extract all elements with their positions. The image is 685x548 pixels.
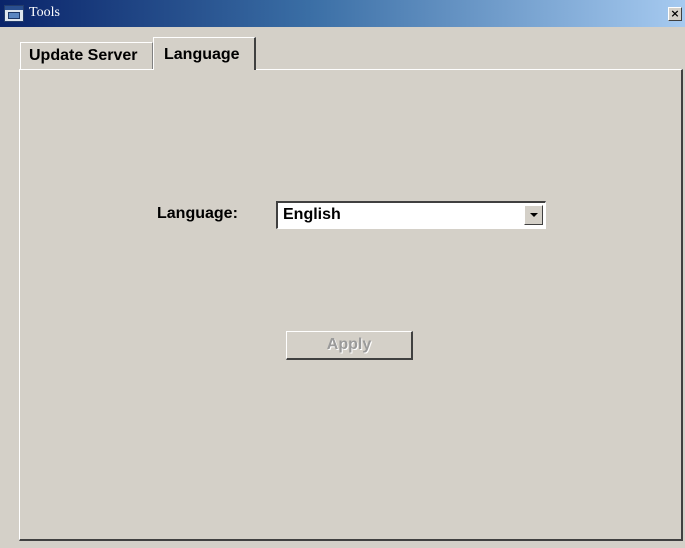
tab-update-server[interactable]: Update Server bbox=[20, 42, 153, 70]
tools-window: Tools × Update Server Language Language:… bbox=[0, 0, 685, 548]
chevron-down-icon bbox=[530, 213, 538, 217]
apply-button[interactable]: Apply bbox=[286, 331, 413, 360]
dropdown-button[interactable] bbox=[524, 205, 543, 225]
close-icon[interactable]: × bbox=[670, 7, 679, 20]
close-button[interactable]: × bbox=[668, 7, 682, 21]
language-select-value[interactable]: English bbox=[283, 206, 341, 224]
tools-app-icon[interactable] bbox=[4, 5, 24, 22]
tab-language[interactable]: Language bbox=[153, 37, 256, 70]
window-title: Tools bbox=[29, 5, 60, 20]
language-label: Language: bbox=[157, 205, 238, 222]
app-icon-band bbox=[5, 6, 23, 10]
language-tab-panel bbox=[19, 69, 683, 541]
title-bar[interactable]: Tools × bbox=[0, 0, 685, 27]
language-select[interactable]: English bbox=[276, 201, 546, 229]
app-icon-screen bbox=[8, 12, 20, 19]
